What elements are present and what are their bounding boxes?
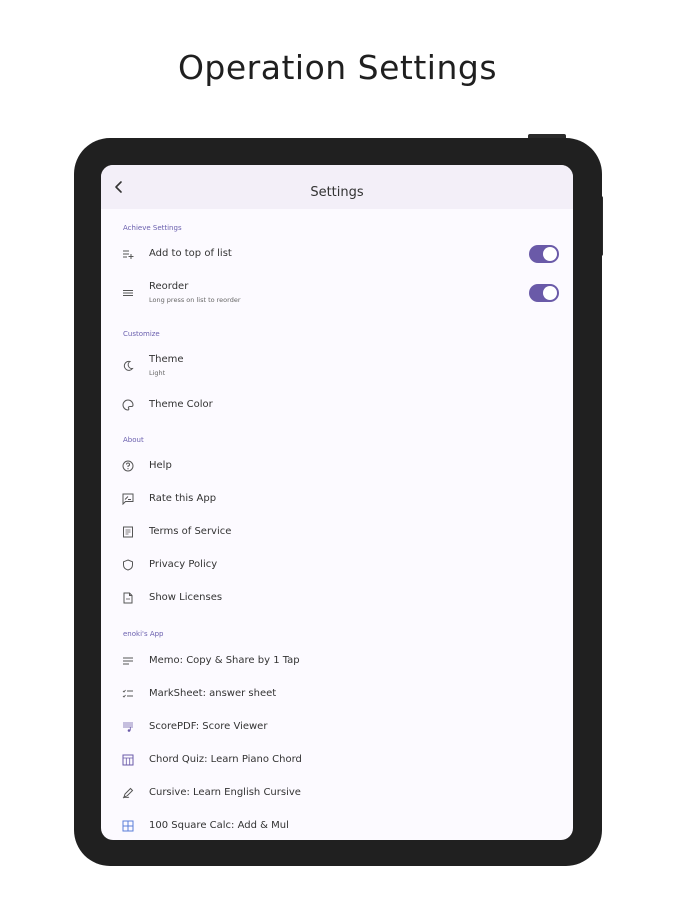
setting-subtitle: Long press on list to reorder <box>149 296 241 304</box>
app-link-marksheet[interactable]: MarkSheet: answer sheet <box>101 683 573 705</box>
setting-reorder[interactable]: Reorder Long press on list to reorder <box>101 279 573 309</box>
section-header-about: About <box>123 436 144 444</box>
setting-add-to-top[interactable]: Add to top of list <box>101 241 573 267</box>
grid-icon <box>122 820 134 832</box>
setting-help[interactable]: Help <box>101 455 573 477</box>
setting-title: Rate this App <box>149 493 217 504</box>
setting-theme[interactable]: Theme Light <box>101 351 573 383</box>
toggle-knob <box>543 286 557 300</box>
checklist-icon <box>122 689 133 698</box>
app-link-title: ScorePDF: Score Viewer <box>149 721 268 732</box>
document-icon <box>123 526 133 538</box>
app-link-title: 100 Square Calc: Add & Mul <box>149 820 289 831</box>
setting-title: Add to top of list <box>149 248 232 259</box>
setting-rate-app[interactable]: Rate this App <box>101 488 573 510</box>
file-icon <box>123 592 133 604</box>
notes-icon <box>123 657 133 665</box>
setting-subtitle: Light <box>149 369 166 377</box>
toggle-knob <box>543 247 557 261</box>
section-header-customize: Customize <box>123 330 160 338</box>
section-header-achieve: Achieve Settings <box>123 224 182 232</box>
rate-review-icon <box>122 493 134 505</box>
setting-title: Theme <box>149 354 184 365</box>
app-bar: Settings <box>101 165 573 209</box>
setting-title: Help <box>149 460 172 471</box>
app-link-square-calc[interactable]: 100 Square Calc: Add & Mul <box>101 815 573 837</box>
app-screen: Settings Achieve Settings Add to top of … <box>101 165 573 840</box>
setting-title: Theme Color <box>149 399 213 410</box>
section-header-apps: enoki's App <box>123 630 164 638</box>
piano-icon <box>122 754 134 766</box>
setting-theme-color[interactable]: Theme Color <box>101 395 573 417</box>
palette-icon <box>122 399 134 411</box>
playlist-add-icon <box>123 250 134 259</box>
pen-icon <box>122 787 134 799</box>
app-link-title: MarkSheet: answer sheet <box>149 688 277 699</box>
app-link-title: Cursive: Learn English Cursive <box>149 787 301 798</box>
setting-privacy[interactable]: Privacy Policy <box>101 554 573 576</box>
setting-terms[interactable]: Terms of Service <box>101 521 573 543</box>
app-link-memo[interactable]: Memo: Copy & Share by 1 Tap <box>101 650 573 672</box>
setting-title: Reorder <box>149 281 189 292</box>
app-link-title: Memo: Copy & Share by 1 Tap <box>149 655 300 666</box>
help-circle-icon <box>122 460 134 472</box>
app-link-title: Chord Quiz: Learn Piano Chord <box>149 754 302 765</box>
promo-headline: Operation Settings <box>177 48 498 87</box>
reorder-toggle[interactable] <box>529 284 559 302</box>
app-link-chordquiz[interactable]: Chord Quiz: Learn Piano Chord <box>101 749 573 771</box>
setting-licenses[interactable]: Show Licenses <box>101 587 573 609</box>
setting-title: Privacy Policy <box>149 559 218 570</box>
setting-title: Terms of Service <box>149 526 232 537</box>
setting-title: Show Licenses <box>149 592 223 603</box>
music-score-icon <box>123 722 133 732</box>
chevron-left-icon[interactable] <box>111 179 127 195</box>
moon-icon <box>123 360 134 371</box>
app-link-scorepdf[interactable]: ScorePDF: Score Viewer <box>101 716 573 738</box>
reorder-icon <box>123 290 133 296</box>
app-link-cursive[interactable]: Cursive: Learn English Cursive <box>101 782 573 804</box>
page-title: Settings <box>310 185 364 200</box>
add-to-top-toggle[interactable] <box>529 245 559 263</box>
shield-icon <box>123 559 133 571</box>
